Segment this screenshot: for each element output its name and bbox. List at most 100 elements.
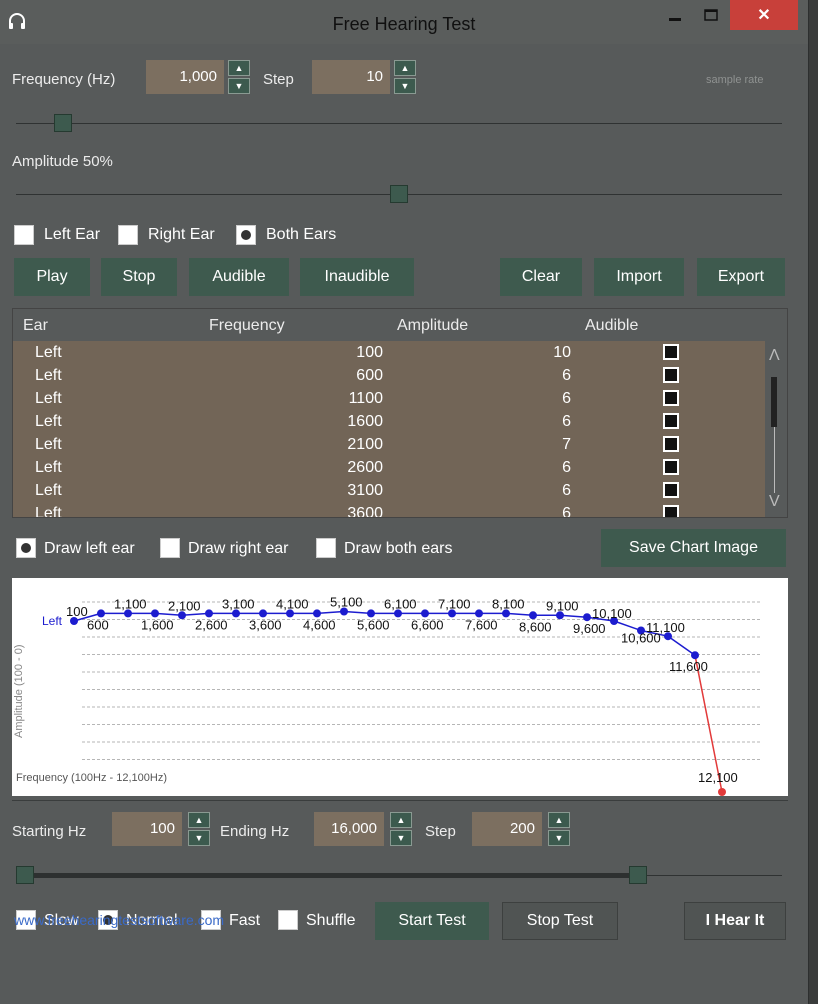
spin-up-icon[interactable]: ▲ [228, 60, 250, 76]
spin-up-icon[interactable]: ▲ [394, 60, 416, 76]
table-row[interactable]: Left 1600 6 [13, 410, 765, 433]
cell-frequency: 2100 [347, 436, 383, 453]
audible-checkbox[interactable] [663, 344, 679, 360]
starting-hz-spinner[interactable]: ▲ ▼ [188, 812, 210, 846]
i-hear-it-button[interactable]: I Hear It [684, 902, 786, 940]
amplitude-label: Amplitude 50% [12, 153, 113, 170]
draw-both-ears-label: Draw both ears [344, 540, 453, 557]
point-label: 2,100 [168, 598, 201, 613]
table-row[interactable]: Left 2100 7 [13, 433, 765, 456]
cell-ear: Left [35, 390, 62, 407]
spin-down-icon[interactable]: ▼ [548, 830, 570, 846]
left-ear-checkbox[interactable] [14, 225, 34, 245]
table-row[interactable]: Left 2600 6 [13, 456, 765, 479]
audible-checkbox[interactable] [663, 459, 679, 475]
draw-left-ear-checkbox[interactable] [16, 538, 36, 558]
scroll-down-icon[interactable]: V [769, 493, 780, 511]
spin-down-icon[interactable]: ▼ [228, 78, 250, 94]
series-line [559, 614, 588, 618]
audible-checkbox[interactable] [663, 413, 679, 429]
website-link[interactable]: www.freehearingtestsoftware.com [14, 912, 224, 928]
table-row[interactable]: Left 3600 6 [13, 502, 765, 518]
both-ears-label: Both Ears [266, 226, 337, 243]
range-step-input[interactable]: 200 [472, 812, 542, 846]
audible-checkbox[interactable] [663, 436, 679, 452]
column-header-ear[interactable]: Ear [23, 317, 48, 335]
data-point [475, 609, 483, 618]
frequency-input[interactable]: 1,000 [146, 60, 224, 94]
ending-hz-input[interactable]: 16,000 [314, 812, 384, 846]
spin-down-icon[interactable]: ▼ [188, 830, 210, 846]
audible-button[interactable]: Audible [189, 258, 289, 296]
spin-down-icon[interactable]: ▼ [394, 78, 416, 94]
sample-rate-label: sample rate [706, 74, 764, 86]
spin-up-icon[interactable]: ▲ [390, 812, 412, 828]
range-end-handle[interactable] [628, 866, 647, 884]
draw-right-ear-checkbox[interactable] [160, 538, 180, 558]
frequency-slider-handle[interactable] [54, 114, 73, 132]
ending-hz-spinner[interactable]: ▲ ▼ [390, 812, 412, 846]
chart-svg: Amplitude (100 - 0) Frequency (100Hz - 12… [13, 595, 762, 796]
stop-button[interactable]: Stop [101, 258, 177, 296]
play-button[interactable]: Play [14, 258, 90, 296]
cell-ear: Left [35, 505, 62, 518]
starting-hz-input[interactable]: 100 [112, 812, 182, 846]
table-row[interactable]: Left 100 10 [13, 341, 765, 364]
column-header-amplitude[interactable]: Amplitude [397, 317, 468, 335]
inaudible-button[interactable]: Inaudible [300, 258, 414, 296]
step-input[interactable]: 10 [312, 60, 390, 94]
shuffle-checkbox[interactable] [278, 910, 298, 930]
column-header-audible[interactable]: Audible [585, 317, 638, 335]
range-start-handle[interactable] [16, 866, 34, 884]
data-point [151, 609, 159, 618]
table-scrollbar[interactable]: Λ V [765, 341, 787, 517]
starting-hz-label: Starting Hz [12, 823, 87, 840]
import-button[interactable]: Import [594, 258, 684, 296]
clear-button[interactable]: Clear [500, 258, 582, 296]
export-button[interactable]: Export [697, 258, 785, 296]
spin-up-icon[interactable]: ▲ [548, 812, 570, 828]
spin-up-icon[interactable]: ▲ [188, 812, 210, 828]
table-row[interactable]: Left 1100 6 [13, 387, 765, 410]
stop-test-button[interactable]: Stop Test [502, 902, 618, 940]
series-line [667, 635, 696, 656]
frequency-slider-track[interactable] [16, 123, 782, 124]
column-header-frequency[interactable]: Frequency [209, 317, 285, 335]
table-row[interactable]: Left 600 6 [13, 364, 765, 387]
audible-checkbox[interactable] [663, 367, 679, 383]
results-table[interactable]: Ear Frequency Amplitude Audible Left 100 1… [12, 308, 788, 518]
spin-down-icon[interactable]: ▼ [390, 830, 412, 846]
range-step-spinner[interactable]: ▲ ▼ [548, 812, 570, 846]
both-ears-radio[interactable] [236, 225, 256, 245]
title-bar[interactable]: Free Hearing Test ✕ [0, 0, 808, 44]
scroll-up-icon[interactable]: Λ [769, 347, 780, 365]
shuffle-label: Shuffle [306, 912, 356, 929]
cell-frequency: 2600 [347, 459, 383, 476]
series-line [181, 612, 210, 617]
range-step-label: Step [425, 823, 456, 840]
minimize-button[interactable] [658, 0, 692, 30]
amplitude-slider-handle[interactable] [390, 185, 408, 203]
point-label: 9,600 [573, 621, 606, 636]
cell-amplitude: 10 [553, 344, 571, 361]
start-test-button[interactable]: Start Test [375, 902, 489, 940]
right-ear-checkbox[interactable] [118, 225, 138, 245]
table-row[interactable]: Left 3100 6 [13, 479, 765, 502]
frequency-spinner[interactable]: ▲ ▼ [228, 60, 250, 94]
save-chart-image-button[interactable]: Save Chart Image [601, 529, 786, 567]
scroll-thumb[interactable] [771, 377, 777, 427]
point-label: 6,100 [384, 596, 417, 611]
point-label: 9,100 [546, 598, 579, 613]
chart-ylabel: Amplitude (100 - 0) [13, 644, 25, 738]
audible-checkbox[interactable] [663, 482, 679, 498]
data-point [97, 609, 105, 618]
audible-checkbox[interactable] [663, 505, 679, 517]
cell-frequency: 3600 [347, 505, 383, 518]
draw-both-ears-checkbox[interactable] [316, 538, 336, 558]
series-line [316, 610, 345, 615]
close-button[interactable]: ✕ [730, 0, 798, 30]
draw-right-ear-label: Draw right ear [188, 540, 289, 557]
audible-checkbox[interactable] [663, 390, 679, 406]
maximize-button[interactable] [694, 0, 728, 30]
step-spinner[interactable]: ▲ ▼ [394, 60, 416, 94]
